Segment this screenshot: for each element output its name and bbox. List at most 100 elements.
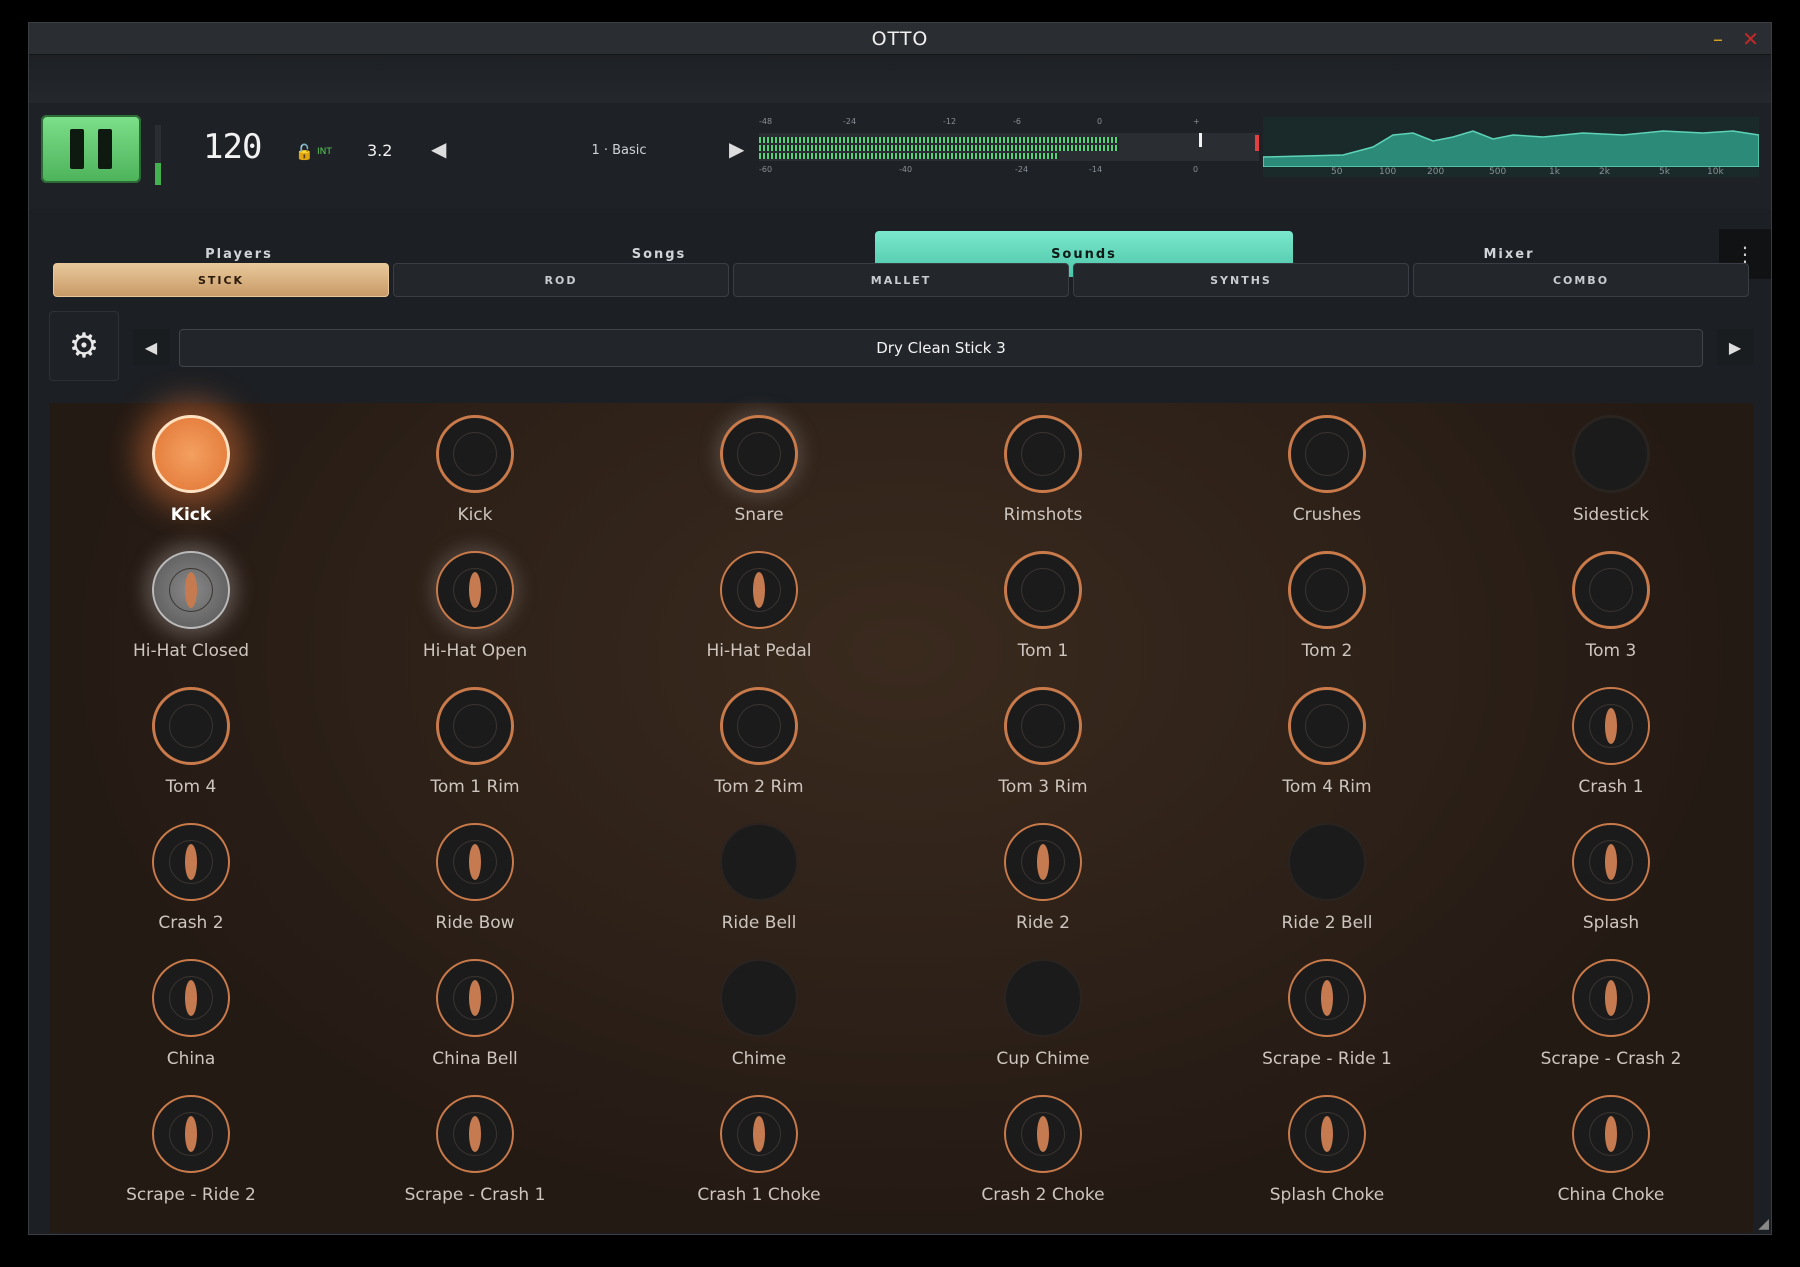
- resize-handle-icon[interactable]: ◢: [1758, 1216, 1769, 1232]
- cymbal-pad-icon[interactable]: [1288, 1095, 1366, 1173]
- drum-pad[interactable]: Tom 1: [901, 539, 1185, 675]
- cymbal-pad-icon[interactable]: [1572, 959, 1650, 1037]
- cymbal-pad-icon[interactable]: [720, 1095, 798, 1173]
- previous-pattern-icon[interactable]: ◀: [431, 137, 446, 161]
- minimize-icon[interactable]: –: [1713, 27, 1723, 51]
- drum-pad[interactable]: Scrape - Ride 2: [49, 1083, 333, 1219]
- cymbal-pad-icon[interactable]: [152, 959, 230, 1037]
- drum-pad[interactable]: Crash 1: [1469, 675, 1753, 811]
- drum-pad[interactable]: Splash: [1469, 811, 1753, 947]
- tempo-display[interactable]: 120: [203, 127, 262, 167]
- frequency-label: 5k: [1659, 167, 1670, 177]
- drum-pad[interactable]: Kick: [333, 403, 617, 539]
- pattern-name[interactable]: 1 · Basic: [499, 143, 739, 158]
- drum-pad[interactable]: Rimshots: [901, 403, 1185, 539]
- drum-pad-icon[interactable]: [1572, 415, 1650, 493]
- cymbal-pad-icon[interactable]: [720, 959, 798, 1037]
- kit-name[interactable]: Dry Clean Stick 3: [179, 329, 1703, 367]
- cymbal-pad-icon[interactable]: [1004, 959, 1082, 1037]
- cymbal-pad-icon[interactable]: [1572, 687, 1650, 765]
- cymbal-pad-icon[interactable]: [1004, 1095, 1082, 1173]
- cymbal-pad-icon[interactable]: [1004, 823, 1082, 901]
- drum-pad[interactable]: Tom 3 Rim: [901, 675, 1185, 811]
- drum-pad[interactable]: Hi-Hat Pedal: [617, 539, 901, 675]
- drum-pad-label: Cup Chime: [996, 1049, 1090, 1069]
- cymbal-pad-icon[interactable]: [1572, 1095, 1650, 1173]
- cymbal-pad-icon[interactable]: [152, 551, 230, 629]
- drum-pad[interactable]: Ride Bell: [617, 811, 901, 947]
- drum-pad-icon[interactable]: [720, 415, 798, 493]
- drum-pad-icon[interactable]: [1288, 415, 1366, 493]
- drum-pad[interactable]: Tom 4 Rim: [1185, 675, 1469, 811]
- drum-pad-icon[interactable]: [720, 687, 798, 765]
- lock-icon[interactable]: 🔓: [295, 143, 314, 161]
- tab-synths[interactable]: SYNTHS: [1073, 263, 1409, 297]
- previous-kit-icon[interactable]: ◀: [133, 329, 169, 365]
- drum-pad[interactable]: Tom 3: [1469, 539, 1753, 675]
- drum-pad-icon[interactable]: [1288, 687, 1366, 765]
- drum-pad[interactable]: Scrape - Crash 2: [1469, 947, 1753, 1083]
- cymbal-pad-icon[interactable]: [436, 959, 514, 1037]
- cymbal-pad-icon[interactable]: [720, 823, 798, 901]
- drum-pad-icon[interactable]: [436, 415, 514, 493]
- drum-pad-icon[interactable]: [436, 687, 514, 765]
- drum-pad-label: Ride 2: [1015, 913, 1070, 933]
- drum-pad-icon[interactable]: [152, 415, 230, 493]
- drum-pad[interactable]: Chime: [617, 947, 901, 1083]
- gear-icon[interactable]: ⚙: [49, 311, 119, 381]
- drum-pad-label: Snare: [734, 505, 784, 525]
- drum-pad[interactable]: Kick: [49, 403, 333, 539]
- cymbal-pad-icon[interactable]: [436, 823, 514, 901]
- cymbal-pad-icon[interactable]: [720, 551, 798, 629]
- next-kit-icon[interactable]: ▶: [1717, 329, 1753, 365]
- spectrum-analyzer: 50 100 200 500 1k 2k 5k 10k: [1262, 117, 1760, 177]
- drum-pad[interactable]: Sidestick: [1469, 403, 1753, 539]
- drum-pad[interactable]: Hi-Hat Closed: [49, 539, 333, 675]
- cymbal-pad-icon[interactable]: [1288, 959, 1366, 1037]
- tab-stick[interactable]: STICK: [53, 263, 389, 297]
- drum-pad[interactable]: Cup Chime: [901, 947, 1185, 1083]
- cymbal-pad-icon[interactable]: [1288, 823, 1366, 901]
- swing-value[interactable]: 3.2: [367, 141, 392, 160]
- cymbal-pad-icon[interactable]: [436, 551, 514, 629]
- drum-pad-icon[interactable]: [1004, 415, 1082, 493]
- drum-pad[interactable]: Ride 2: [901, 811, 1185, 947]
- cymbal-pad-icon[interactable]: [436, 1095, 514, 1173]
- cymbal-pad-icon[interactable]: [152, 823, 230, 901]
- drum-pad[interactable]: Crash 1 Choke: [617, 1083, 901, 1219]
- drum-pad-icon[interactable]: [152, 687, 230, 765]
- drum-pad[interactable]: Crash 2 Choke: [901, 1083, 1185, 1219]
- drum-pad[interactable]: China Choke: [1469, 1083, 1753, 1219]
- drum-pad[interactable]: Crash 2: [49, 811, 333, 947]
- drum-pad[interactable]: Scrape - Ride 1: [1185, 947, 1469, 1083]
- drum-pad[interactable]: Tom 2 Rim: [617, 675, 901, 811]
- close-icon[interactable]: ✕: [1742, 27, 1759, 51]
- drum-pad[interactable]: Hi-Hat Open: [333, 539, 617, 675]
- drum-pad-icon[interactable]: [1572, 551, 1650, 629]
- drum-pad[interactable]: Snare: [617, 403, 901, 539]
- drum-pad[interactable]: Splash Choke: [1185, 1083, 1469, 1219]
- drum-pad-label: Hi-Hat Open: [422, 641, 528, 661]
- meter-scale-top: -48 -24 -12 -6 0 +: [759, 117, 1263, 129]
- tab-combo[interactable]: COMBO: [1413, 263, 1749, 297]
- drum-pad[interactable]: Tom 1 Rim: [333, 675, 617, 811]
- drum-pad[interactable]: Scrape - Crash 1: [333, 1083, 617, 1219]
- drum-pad-icon[interactable]: [1004, 687, 1082, 765]
- drum-pad-icon[interactable]: [1004, 551, 1082, 629]
- drum-pad-label: Ride Bow: [435, 913, 515, 933]
- drum-pad[interactable]: Crushes: [1185, 403, 1469, 539]
- drum-pad[interactable]: China: [49, 947, 333, 1083]
- cymbal-pad-icon[interactable]: [152, 1095, 230, 1173]
- drum-pad[interactable]: China Bell: [333, 947, 617, 1083]
- tab-mallet[interactable]: MALLET: [733, 263, 1069, 297]
- cymbal-pad-icon[interactable]: [1572, 823, 1650, 901]
- drum-pad[interactable]: Ride Bow: [333, 811, 617, 947]
- drum-pad[interactable]: Tom 2: [1185, 539, 1469, 675]
- meter-tick-label: -12: [943, 117, 957, 126]
- next-pattern-icon[interactable]: ▶: [729, 137, 744, 161]
- drum-pad[interactable]: Tom 4: [49, 675, 333, 811]
- drum-pad-icon[interactable]: [1288, 551, 1366, 629]
- pause-button[interactable]: [41, 115, 141, 183]
- tab-rod[interactable]: ROD: [393, 263, 729, 297]
- drum-pad[interactable]: Ride 2 Bell: [1185, 811, 1469, 947]
